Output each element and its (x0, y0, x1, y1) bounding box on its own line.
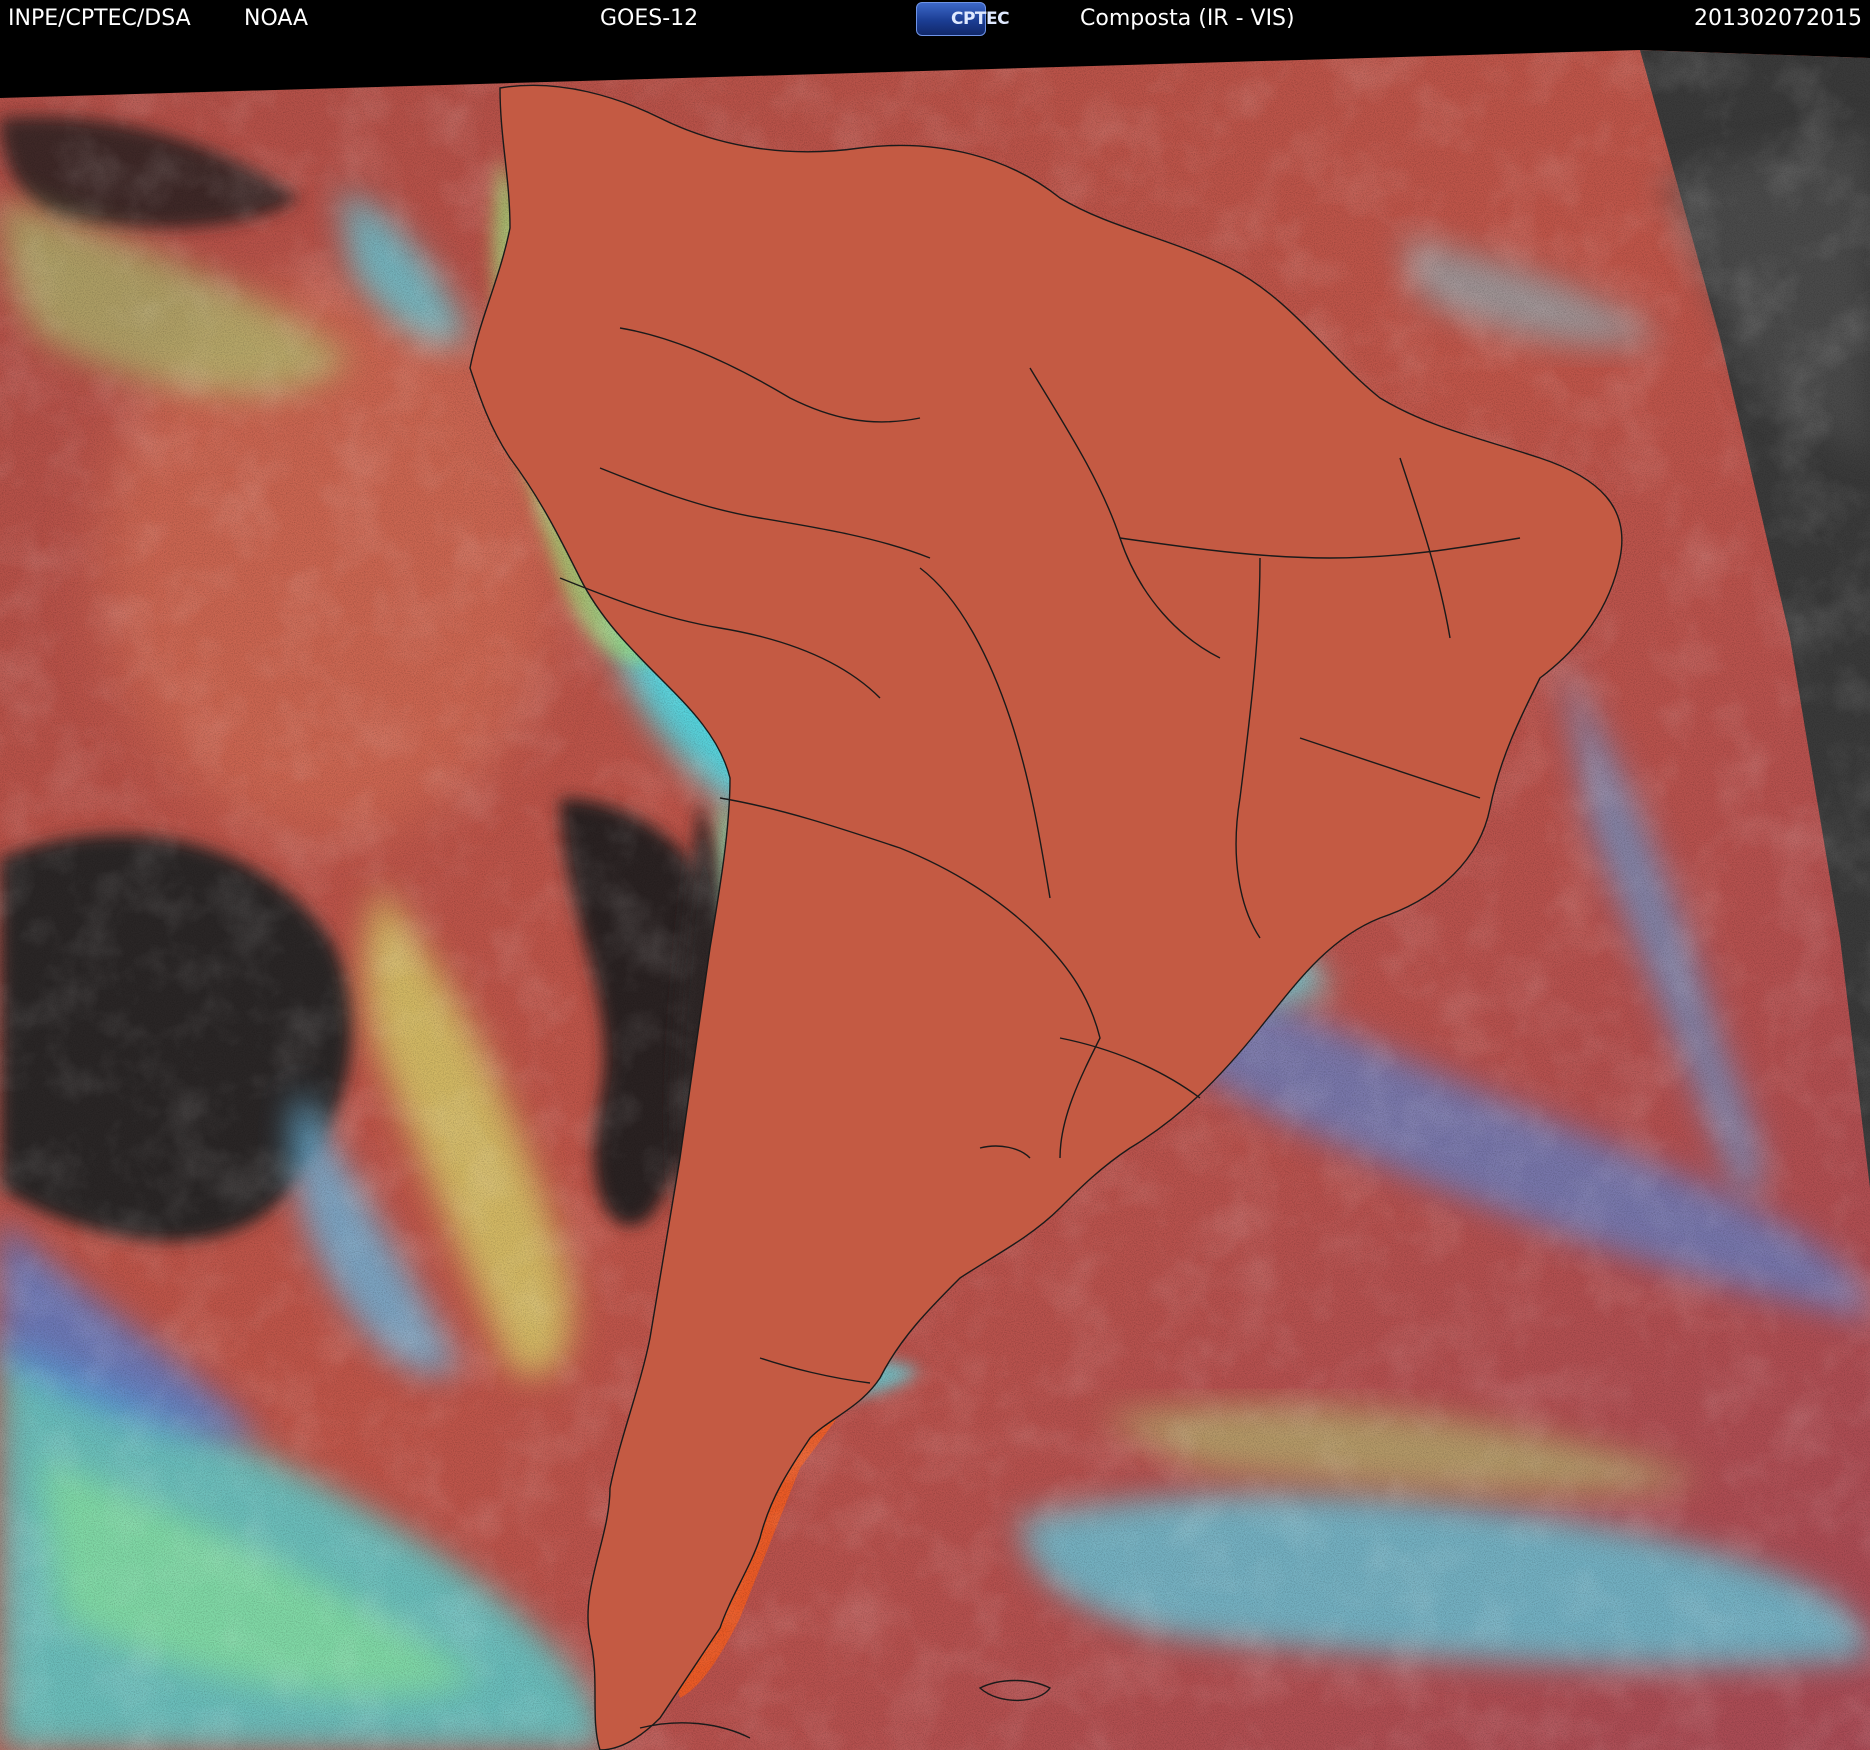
organization-label: INPE/CPTEC/DSA (8, 6, 191, 31)
cptec-logo: CPTEC (916, 2, 1010, 36)
satellite-image-frame: INPE/CPTEC/DSA NOAA GOES-12 CPTEC Compos… (0, 0, 1870, 1750)
cptec-logo-text: CPTEC (951, 9, 1010, 29)
agency-label: NOAA (244, 6, 309, 31)
header-bar: INPE/CPTEC/DSA NOAA GOES-12 CPTEC Compos… (0, 0, 1870, 38)
satellite-composite-map (0, 38, 1870, 1750)
timestamp-label: 201302072015 (1694, 6, 1862, 31)
product-label: Composta (IR - VIS) (1080, 6, 1295, 31)
composite-imagery-svg (0, 38, 1870, 1750)
imagery-layer (0, 50, 1870, 1750)
satellite-label: GOES-12 (600, 6, 699, 31)
